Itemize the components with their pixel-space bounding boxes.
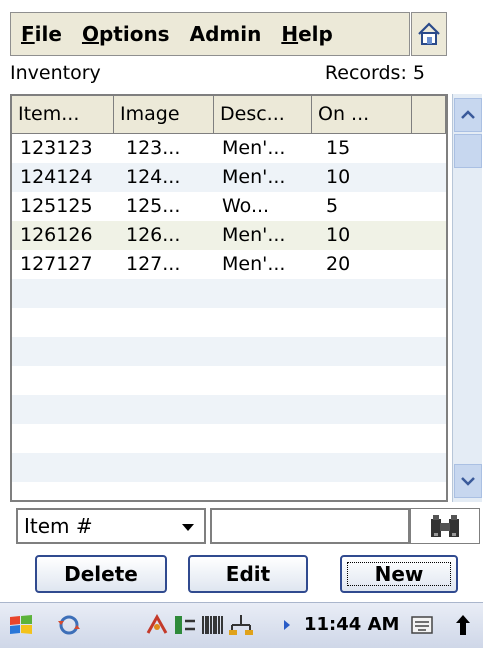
menu-options-label: ptions xyxy=(98,22,170,46)
taskbar: 11:44 AM xyxy=(0,602,483,648)
clock[interactable]: 11:44 AM xyxy=(304,614,399,635)
empty-row xyxy=(12,337,446,366)
home-button[interactable] xyxy=(411,12,447,56)
column-image[interactable]: Image xyxy=(114,96,214,133)
cell-image: 127... xyxy=(126,253,181,275)
menu-admin[interactable]: Admin xyxy=(180,22,272,46)
empty-row xyxy=(12,308,446,337)
app-window: File Options Admin Help Inventory Record… xyxy=(0,0,483,648)
cell-item: 126126 xyxy=(20,224,93,246)
cell-description: Men'... xyxy=(222,137,286,159)
menu-file-label: ile xyxy=(34,22,62,46)
records-value: 5 xyxy=(412,62,425,84)
menu-options-mnemonic: O xyxy=(81,22,99,46)
binoculars-icon xyxy=(431,515,459,537)
cell-description: Men'... xyxy=(222,224,286,246)
empty-row xyxy=(12,424,446,453)
arrow-right-icon[interactable] xyxy=(280,613,294,637)
cell-description: Men'... xyxy=(222,166,286,188)
inventory-title: Inventory xyxy=(10,62,101,84)
new-button[interactable]: New xyxy=(340,555,458,593)
menu-admin-label: Admin xyxy=(189,22,262,46)
search-field-value: Item # xyxy=(24,514,93,538)
cell-description: Men'... xyxy=(222,253,286,275)
empty-row xyxy=(12,453,446,482)
column-empty xyxy=(412,96,446,133)
chevron-up-icon xyxy=(461,110,475,119)
focus-rectangle xyxy=(347,562,451,586)
menu-options[interactable]: Options xyxy=(72,22,180,46)
inventory-header: Inventory Records: 5 xyxy=(10,62,425,88)
table-row[interactable]: 123123 123... Men'... 15 xyxy=(12,134,446,163)
scroll-up-button[interactable] xyxy=(454,98,482,132)
home-icon xyxy=(418,22,440,45)
table-row[interactable]: 127127 127... Men'... 20 xyxy=(12,250,446,279)
empty-row xyxy=(12,395,446,424)
column-description[interactable]: Desc... xyxy=(214,96,312,133)
empty-row xyxy=(12,366,446,395)
table-header: Item... Image Desc... On ... xyxy=(12,96,446,134)
delete-button[interactable]: Delete xyxy=(35,555,167,593)
windows-start-icon[interactable] xyxy=(8,613,34,637)
cell-image: 124... xyxy=(126,166,181,188)
signal-icon[interactable] xyxy=(144,613,170,637)
cell-image: 126... xyxy=(126,224,181,246)
network-icon[interactable] xyxy=(228,613,254,637)
menu-help-mnemonic: H xyxy=(281,22,299,46)
menu-file-mnemonic: F xyxy=(21,22,35,46)
barcode-icon[interactable] xyxy=(200,613,226,637)
cell-on-hand: 15 xyxy=(326,137,351,159)
cell-image: 123... xyxy=(126,137,181,159)
column-on-hand[interactable]: On ... xyxy=(312,96,412,133)
cell-image: 125... xyxy=(126,195,181,217)
search-input[interactable] xyxy=(210,508,410,544)
cell-item: 124124 xyxy=(20,166,93,188)
chevron-down-icon xyxy=(461,477,475,486)
cell-on-hand: 5 xyxy=(326,195,339,217)
cell-item: 125125 xyxy=(20,195,93,217)
menu-file[interactable]: File xyxy=(11,22,72,46)
table-row[interactable]: 126126 126... Men'... 10 xyxy=(12,221,446,250)
up-arrow-icon[interactable] xyxy=(452,613,474,637)
cell-on-hand: 20 xyxy=(326,253,351,275)
menu-help-label: elp xyxy=(298,22,333,46)
records-label: Records: xyxy=(324,62,407,84)
connection-icon[interactable] xyxy=(172,613,198,637)
vertical-scrollbar[interactable] xyxy=(452,94,482,502)
sync-icon[interactable] xyxy=(56,613,82,637)
empty-row xyxy=(12,279,446,308)
cell-on-hand: 10 xyxy=(326,224,351,246)
scroll-down-button[interactable] xyxy=(454,464,482,498)
column-item[interactable]: Item... xyxy=(12,96,114,133)
scroll-thumb[interactable] xyxy=(454,134,482,168)
records-count: Records: 5 xyxy=(325,62,425,84)
search-row: Item # xyxy=(12,508,482,544)
edit-button[interactable]: Edit xyxy=(188,555,308,593)
keyboard-icon[interactable] xyxy=(410,613,436,637)
dropdown-arrow-icon xyxy=(182,524,194,531)
cell-description: Wo... xyxy=(222,195,270,217)
table-row[interactable]: 125125 125... Wo... 5 xyxy=(12,192,446,221)
table-body: 123123 123... Men'... 15 124124 124... M… xyxy=(12,134,446,482)
menu-bar: File Options Admin Help xyxy=(10,12,410,56)
cell-item: 123123 xyxy=(20,137,93,159)
cell-item: 127127 xyxy=(20,253,93,275)
menu-help[interactable]: Help xyxy=(271,22,343,46)
find-button[interactable] xyxy=(410,508,480,544)
cell-on-hand: 10 xyxy=(326,166,351,188)
table-row[interactable]: 124124 124... Men'... 10 xyxy=(12,163,446,192)
search-field-select[interactable]: Item # xyxy=(16,508,206,544)
inventory-table: Item... Image Desc... On ... 123123 123.… xyxy=(10,94,448,502)
